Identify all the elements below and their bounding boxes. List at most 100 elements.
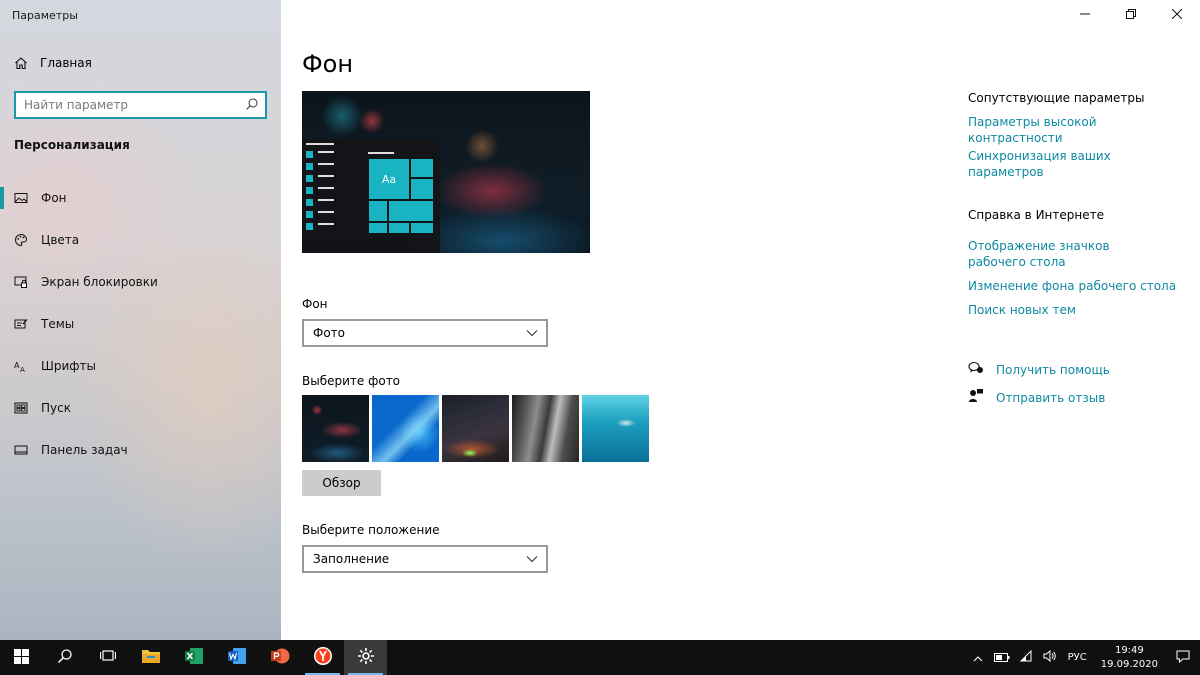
- taskbar-app-yandex[interactable]: [301, 640, 344, 675]
- excel-icon: [184, 647, 204, 668]
- yandex-browser-icon: [313, 646, 333, 669]
- preview-tile: [369, 223, 387, 233]
- clock-time: 19:49: [1114, 644, 1144, 656]
- sidebar-item-taskbar[interactable]: Панель задач: [0, 429, 281, 471]
- sidebar-home-label: Главная: [40, 56, 92, 70]
- get-help-row[interactable]: Получить помощь: [968, 361, 1110, 378]
- preview-tile: [411, 223, 433, 233]
- sidebar-item-start[interactable]: Пуск: [0, 387, 281, 429]
- taskbar-app-word[interactable]: [215, 640, 258, 675]
- minimize-button[interactable]: [1062, 0, 1108, 30]
- photo-thumbnail-night-city[interactable]: [302, 395, 369, 462]
- battery-button[interactable]: [990, 651, 1014, 665]
- photo-thumbnail-rock[interactable]: [512, 395, 579, 462]
- input-language[interactable]: РУС: [1062, 652, 1093, 663]
- sidebar-item-label: Темы: [41, 317, 75, 331]
- windows-start-icon: [14, 648, 29, 667]
- chevron-up-icon: [973, 651, 983, 665]
- chat-help-icon: [968, 361, 984, 378]
- link-high-contrast[interactable]: Параметры высокой контрастности: [968, 114, 1178, 146]
- preview-tile-aa: Aa: [369, 159, 409, 199]
- speaker-icon: [1043, 649, 1057, 665]
- preview-line: [368, 152, 394, 154]
- taskbar-search-button[interactable]: [43, 640, 86, 675]
- taskbar-app-explorer[interactable]: [129, 640, 172, 675]
- sidebar-item-colors[interactable]: Цвета: [0, 219, 281, 261]
- photo-thumbnail-windows[interactable]: [372, 395, 439, 462]
- taskbar-icon: [14, 443, 28, 457]
- sidebar-item-label: Цвета: [41, 233, 80, 247]
- network-button[interactable]: [1014, 649, 1038, 665]
- taskbar: РУС 19:49 19.09.2020: [0, 640, 1200, 675]
- photo-thumbnail-underwater[interactable]: [582, 395, 649, 462]
- clock[interactable]: 19:49 19.09.2020: [1093, 644, 1166, 672]
- file-explorer-icon: [141, 647, 161, 668]
- preview-tile: [369, 201, 387, 221]
- window-title: Параметры: [12, 9, 78, 22]
- volume-button[interactable]: [1038, 649, 1062, 665]
- sidebar-item-background[interactable]: Фон: [0, 177, 281, 219]
- search-box[interactable]: [14, 91, 267, 119]
- photo-thumbnail-night-sky[interactable]: [442, 395, 509, 462]
- link-find-themes[interactable]: Поиск новых тем: [968, 302, 1178, 318]
- sidebar-item-lock-screen[interactable]: Экран блокировки: [0, 261, 281, 303]
- settings-icon: [357, 647, 375, 668]
- task-view-button[interactable]: [86, 640, 129, 675]
- page-title: Фон: [302, 50, 354, 78]
- taskbar-app-settings[interactable]: [344, 640, 387, 675]
- battery-icon: [993, 651, 1010, 665]
- window-controls: [1062, 0, 1200, 30]
- wifi-icon: [1019, 649, 1033, 665]
- sidebar-item-label: Панель задач: [41, 443, 128, 457]
- link-desktop-icons[interactable]: Отображение значков рабочего стола: [968, 238, 1168, 270]
- section-title: Персонализация: [14, 138, 130, 152]
- close-button[interactable]: [1154, 0, 1200, 30]
- preview-app-list: [306, 151, 313, 235]
- preview-tile: [389, 223, 409, 233]
- fonts-icon: AA: [14, 359, 28, 373]
- feedback-row[interactable]: Отправить отзыв: [968, 388, 1105, 407]
- lock-screen-icon: [14, 275, 28, 289]
- sidebar-item-label: Пуск: [41, 401, 71, 415]
- themes-icon: [14, 317, 28, 331]
- task-view-icon: [99, 649, 116, 666]
- sidebar-nav: Фон Цвета Экран блокировки Темы AA Шрифт…: [0, 177, 281, 471]
- background-label: Фон: [302, 297, 328, 311]
- sidebar-item-label: Экран блокировки: [41, 275, 158, 289]
- position-dropdown-value: Заполнение: [313, 552, 390, 566]
- browse-button[interactable]: Обзор: [302, 470, 381, 496]
- feedback-icon: [968, 388, 984, 407]
- position-label: Выберите положение: [302, 523, 440, 537]
- start-button[interactable]: [0, 640, 43, 675]
- search-icon[interactable]: [245, 97, 259, 114]
- link-sync-settings[interactable]: Синхронизация ваших параметров: [968, 148, 1178, 180]
- action-center-button[interactable]: [1166, 650, 1200, 666]
- feedback-link[interactable]: Отправить отзыв: [996, 390, 1105, 406]
- preview-tile: [411, 159, 433, 177]
- sidebar-item-fonts[interactable]: AA Шрифты: [0, 345, 281, 387]
- background-dropdown[interactable]: Фото: [302, 319, 548, 347]
- link-change-wallpaper[interactable]: Изменение фона рабочего стола: [968, 278, 1178, 294]
- search-input[interactable]: [24, 98, 245, 112]
- close-icon: [1171, 8, 1183, 22]
- preview-app-names: [318, 151, 334, 235]
- get-help-link[interactable]: Получить помощь: [996, 362, 1110, 378]
- system-tray: РУС 19:49 19.09.2020: [966, 640, 1200, 675]
- show-hidden-icons-button[interactable]: [966, 651, 990, 665]
- sidebar-item-themes[interactable]: Темы: [0, 303, 281, 345]
- taskbar-app-powerpoint[interactable]: [258, 640, 301, 675]
- svg-text:A: A: [20, 366, 25, 373]
- chevron-down-icon: [526, 552, 538, 566]
- sidebar-home[interactable]: Главная: [14, 56, 92, 70]
- powerpoint-icon: [270, 647, 290, 668]
- chevron-down-icon: [526, 326, 538, 340]
- related-settings-heading: Сопутствующие параметры: [968, 91, 1145, 105]
- photo-thumbnails: [302, 395, 649, 462]
- taskbar-app-excel[interactable]: [172, 640, 215, 675]
- background-preview: Aa: [302, 91, 590, 253]
- start-icon: [14, 401, 28, 415]
- preview-tile: [411, 179, 433, 199]
- minimize-icon: [1080, 8, 1090, 22]
- position-dropdown[interactable]: Заполнение: [302, 545, 548, 573]
- restore-button[interactable]: [1108, 0, 1154, 30]
